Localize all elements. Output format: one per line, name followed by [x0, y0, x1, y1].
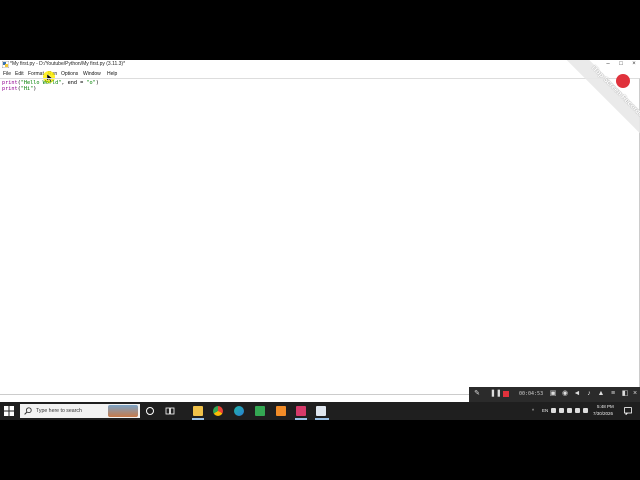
system-icon[interactable]: [583, 408, 588, 413]
clock-time[interactable]: 5:48 PM: [597, 404, 614, 409]
tray-chevron-icon[interactable]: ^: [532, 408, 534, 413]
chat-app-icon[interactable]: [255, 406, 265, 416]
cortana-icon[interactable]: [145, 406, 155, 416]
title-bar: *My first.py - D:/Youtube/Python/My firs…: [0, 60, 640, 69]
app-icon-orange[interactable]: [276, 406, 286, 416]
volume-icon[interactable]: [567, 408, 572, 413]
network-icon[interactable]: [551, 408, 556, 413]
mouse-icon[interactable]: ▲: [597, 390, 605, 398]
mic-icon[interactable]: ♪: [585, 390, 593, 398]
recording-timer: 00:04:53: [519, 391, 544, 397]
recorder-logo-icon: [616, 74, 630, 88]
recorder-watermark: iTop Screen Recorder: [560, 60, 640, 140]
menu-options[interactable]: Options: [61, 70, 78, 78]
webcam-icon[interactable]: ◉: [561, 390, 569, 398]
menu-format[interactable]: Format: [28, 70, 44, 78]
task-view-icon[interactable]: [165, 406, 175, 416]
recorder-controls: ✎ ❚❚ 00:04:53 ▣ ◉ ◄ ♪ ▲ ≡ ◧ ×: [469, 387, 640, 402]
window-title: *My first.py - D:/Youtube/Python/My firs…: [10, 61, 126, 67]
battery-icon[interactable]: [575, 408, 580, 413]
screen: *My first.py - D:/Youtube/Python/My firs…: [0, 60, 640, 420]
speaker-icon[interactable]: ◄: [573, 390, 581, 398]
notifications-icon[interactable]: [624, 407, 632, 415]
code-editor[interactable]: print("Hello World", end = "o") print("H…: [0, 78, 640, 395]
language-indicator[interactable]: EN: [542, 408, 548, 413]
close-icon[interactable]: ×: [631, 390, 639, 398]
idle-active-indicator: [315, 418, 329, 420]
file-explorer-active-indicator: [192, 418, 204, 420]
chrome-icon[interactable]: [213, 406, 223, 416]
wifi-icon[interactable]: [559, 408, 564, 413]
search-icon: [24, 407, 32, 415]
code-line-2: print("Hi"): [2, 86, 37, 92]
screenshot-icon[interactable]: ◧: [621, 390, 629, 398]
windows-start-icon[interactable]: [4, 406, 14, 416]
python-idle-taskbar-icon[interactable]: [316, 406, 326, 416]
taskbar: Type here to search ^ EN 5:48 PM 7/30/20…: [0, 402, 640, 420]
menu-file[interactable]: File: [3, 70, 11, 78]
screen-recorder-app-icon[interactable]: [296, 406, 306, 416]
clock-date[interactable]: 7/30/2026: [593, 411, 613, 416]
file-explorer-icon[interactable]: [193, 406, 203, 416]
taskbar-search-box[interactable]: Type here to search: [20, 404, 140, 418]
search-placeholder: Type here to search: [36, 408, 82, 414]
menu-window[interactable]: Window: [83, 70, 101, 78]
edge-icon[interactable]: [234, 406, 244, 416]
expand-icon[interactable]: ≡: [609, 390, 617, 398]
stop-icon[interactable]: [502, 390, 510, 398]
menu-bar: File Edit Format Run Options Window Help: [0, 70, 640, 78]
python-idle-icon: [2, 61, 9, 68]
recorder-active-indicator: [295, 418, 307, 420]
pen-icon[interactable]: ✎: [473, 390, 481, 398]
menu-help[interactable]: Help: [107, 70, 117, 78]
camera-icon[interactable]: ▣: [549, 390, 557, 398]
search-highlight-image: [108, 405, 138, 417]
pause-icon[interactable]: ❚❚: [490, 390, 502, 398]
menu-edit[interactable]: Edit: [15, 70, 24, 78]
